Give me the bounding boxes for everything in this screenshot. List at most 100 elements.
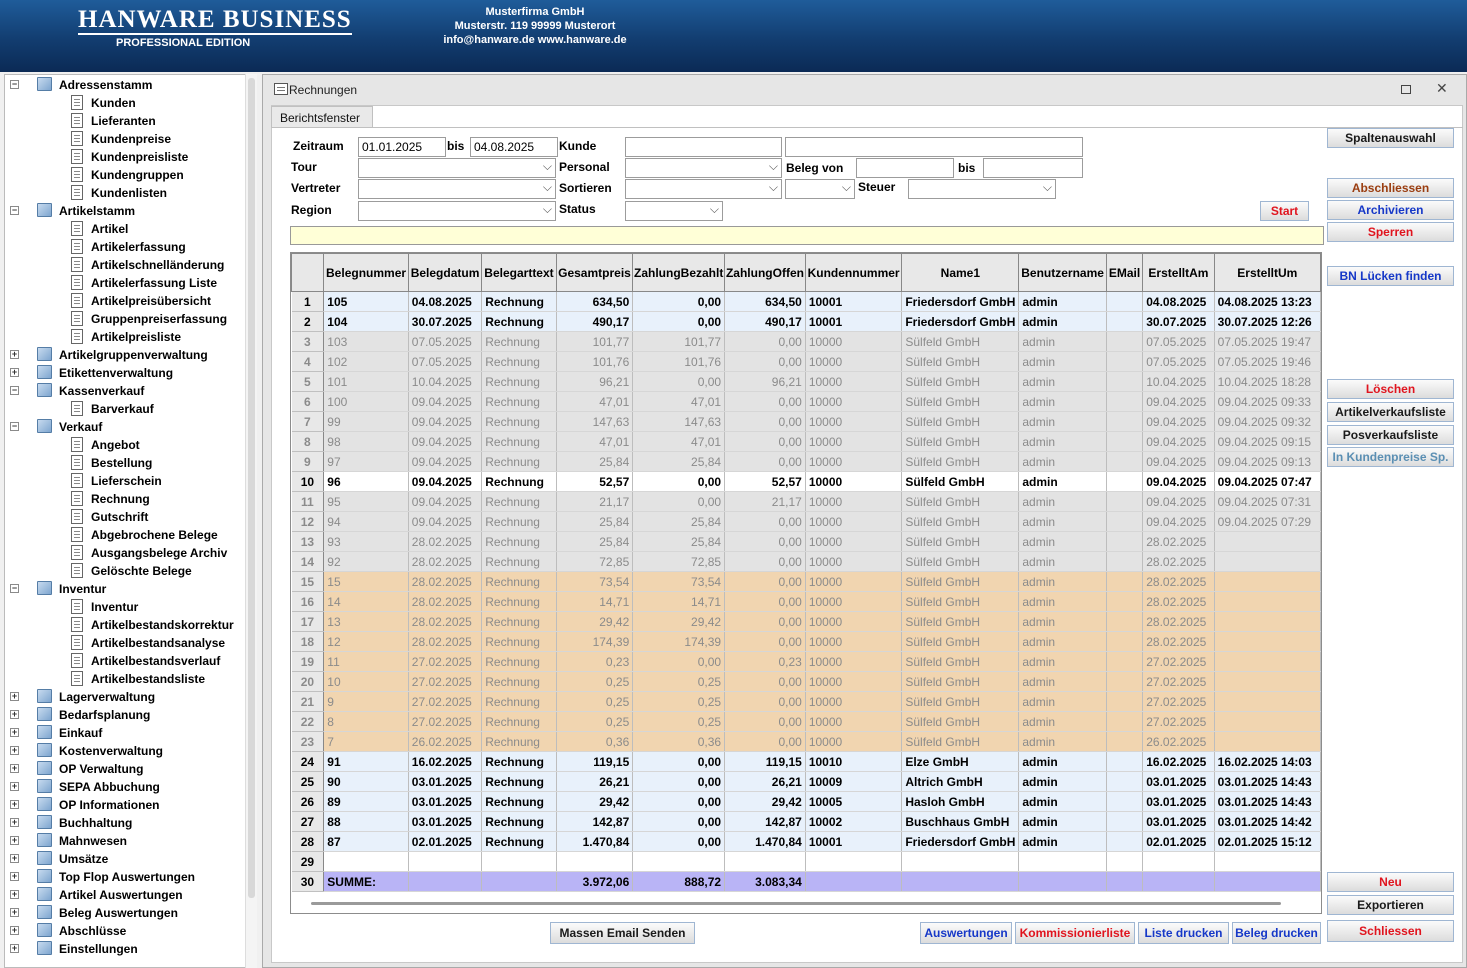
table-cell[interactable]: Sülfeld GmbH	[901, 351, 1020, 372]
table-cell[interactable]: 09.04.2025 09:32	[1214, 411, 1322, 432]
table-cell[interactable]: 96,21	[724, 371, 806, 392]
table-cell[interactable]	[481, 851, 557, 872]
table-cell[interactable]: 0,00	[632, 811, 726, 832]
table-cell[interactable]: 09.04.2025	[408, 471, 483, 492]
table-cell[interactable]: 98	[323, 431, 409, 452]
table-cell[interactable]: 25,84	[556, 531, 634, 552]
nav-item-artikelpreisliste[interactable]: Artikelpreisliste	[5, 328, 245, 346]
table-cell[interactable]: Rechnung	[481, 571, 557, 592]
table-cell[interactable]: 0,25	[632, 711, 726, 732]
table-row[interactable]: 28 87 02.01.2025 Rechnung 1.470,84 0,00 1.470,…	[291, 831, 1322, 852]
table-cell[interactable]: 09.04.2025 07:47	[1214, 471, 1322, 492]
table-cell[interactable]	[1106, 471, 1144, 492]
table-cell[interactable]: 27.02.2025	[1142, 711, 1215, 732]
table-cell[interactable]: 0,00	[632, 311, 726, 332]
nav-item-rechnung[interactable]: Rechnung	[5, 490, 245, 508]
table-cell[interactable]: 10000	[805, 431, 903, 452]
table-cell[interactable]: 09.04.2025	[408, 391, 483, 412]
table-row[interactable]: 23 7 26.02.2025 Rechnung 0,36 0,36 0,00 10000 Sü…	[291, 731, 1322, 752]
table-cell[interactable]: Sülfeld GmbH	[901, 571, 1020, 592]
table-cell[interactable]: admin	[1018, 331, 1107, 352]
table-cell[interactable]: Sülfeld GmbH	[901, 611, 1020, 632]
table-cell[interactable]: admin	[1018, 751, 1107, 772]
row-number[interactable]: 5	[291, 371, 325, 392]
sort-direction-select[interactable]	[785, 179, 855, 199]
beleg-von-input[interactable]	[856, 158, 954, 178]
table-cell[interactable]: 72,85	[556, 551, 634, 572]
table-cell[interactable]: 90	[323, 771, 409, 792]
row-number[interactable]: 15	[291, 571, 325, 592]
table-cell[interactable]: Sülfeld GmbH	[901, 491, 1020, 512]
nav-item-op-informationen[interactable]: + OP Informationen	[5, 796, 245, 814]
table-cell[interactable]: Rechnung	[481, 731, 557, 752]
table-cell[interactable]: Rechnung	[481, 771, 557, 792]
table-cell[interactable]: 0,00	[724, 511, 806, 532]
table-cell[interactable]	[1106, 631, 1144, 652]
table-cell[interactable]: 490,17	[556, 311, 634, 332]
table-cell[interactable]: 3.972,06	[556, 871, 634, 892]
table-cell[interactable]: 26,21	[556, 771, 634, 792]
table-cell[interactable]: 101,77	[556, 331, 634, 352]
region-select[interactable]	[358, 201, 556, 221]
nav-item-lieferanten[interactable]: Lieferanten	[5, 112, 245, 130]
expand-icon[interactable]: +	[10, 944, 19, 953]
row-number[interactable]: 19	[291, 651, 325, 672]
table-cell[interactable]: admin	[1018, 651, 1107, 672]
status-select[interactable]	[625, 201, 723, 221]
nav-item-gutschrift[interactable]: Gutschrift	[5, 508, 245, 526]
table-cell[interactable]: 10000	[805, 731, 903, 752]
table-cell[interactable]: 0,36	[556, 731, 634, 752]
table-cell[interactable]: 27.02.2025	[408, 651, 483, 672]
table-cell[interactable]: 09.04.2025 07:29	[1214, 511, 1322, 532]
table-cell[interactable]: 26,21	[724, 771, 806, 792]
expand-icon[interactable]: +	[10, 368, 19, 377]
posverkaufsliste-button[interactable]: Posverkaufsliste	[1327, 425, 1454, 445]
column-header[interactable]: ErstelltUm	[1213, 253, 1322, 292]
table-cell[interactable]: 73,54	[556, 571, 634, 592]
table-row[interactable]: 21 9 27.02.2025 Rechnung 0,25 0,25 0,00 10000 Sü…	[291, 691, 1322, 712]
nav-item-kundenpreise[interactable]: Kundenpreise	[5, 130, 245, 148]
table-cell[interactable]: 26.02.2025	[408, 731, 483, 752]
table-cell[interactable]: Friedersdorf GmbH	[901, 831, 1020, 852]
table-row[interactable]: 30 SUMME: 3.972,06 888,72 3.083,34	[291, 871, 1322, 892]
table-cell[interactable]	[1106, 851, 1144, 872]
table-cell[interactable]: Sülfeld GmbH	[901, 671, 1020, 692]
auswertungen-button[interactable]: Auswertungen	[920, 922, 1012, 944]
table-cell[interactable]: 07.05.2025	[408, 331, 483, 352]
table-cell[interactable]: 26.02.2025	[1142, 731, 1215, 752]
table-cell[interactable]: 10001	[805, 291, 903, 312]
table-cell[interactable]: admin	[1018, 811, 1107, 832]
table-cell[interactable]: 16.02.2025	[1142, 751, 1215, 772]
table-cell[interactable]: 119,15	[556, 751, 634, 772]
row-number[interactable]: 11	[291, 491, 325, 512]
table-cell[interactable]: Rechnung	[481, 551, 557, 572]
bn-luecken-button[interactable]: BN Lücken finden	[1327, 266, 1454, 286]
spaltenauswahl-button[interactable]: Spaltenauswahl	[1327, 128, 1454, 148]
table-cell[interactable]: 96	[323, 471, 409, 492]
nav-item-verkauf[interactable]: − Verkauf	[5, 418, 245, 436]
table-row[interactable]: 29	[291, 851, 1322, 872]
table-cell[interactable]: 29,42	[556, 791, 634, 812]
row-number[interactable]: 18	[291, 631, 325, 652]
table-cell[interactable]	[1214, 731, 1322, 752]
table-cell[interactable]	[1214, 851, 1322, 872]
nav-item-angebot[interactable]: Angebot	[5, 436, 245, 454]
table-cell[interactable]: 28.02.2025	[408, 611, 483, 632]
table-cell[interactable]	[1214, 691, 1322, 712]
nav-item-ausgangsbelege-archiv[interactable]: Ausgangsbelege Archiv	[5, 544, 245, 562]
table-cell[interactable]: 119,15	[724, 751, 806, 772]
personal-select[interactable]	[625, 158, 782, 178]
table-cell[interactable]	[1106, 531, 1144, 552]
expand-icon[interactable]: +	[10, 782, 19, 791]
sortieren-select[interactable]	[625, 179, 782, 199]
nav-item-artikelbestandskorrektur[interactable]: Artikelbestandskorrektur	[5, 616, 245, 634]
table-cell[interactable]: 94	[323, 511, 409, 532]
table-cell[interactable]: 3.083,34	[724, 871, 806, 892]
table-cell[interactable]: Sülfeld GmbH	[901, 511, 1020, 532]
kommissionierliste-button[interactable]: Kommissionierliste	[1015, 922, 1135, 944]
table-cell[interactable]: 28.02.2025	[1142, 611, 1215, 632]
table-cell[interactable]: 09.04.2025	[408, 451, 483, 472]
steuer-select[interactable]	[908, 179, 1056, 199]
table-cell[interactable]: 09.04.2025 09:15	[1214, 431, 1322, 452]
table-cell[interactable]	[1106, 611, 1144, 632]
